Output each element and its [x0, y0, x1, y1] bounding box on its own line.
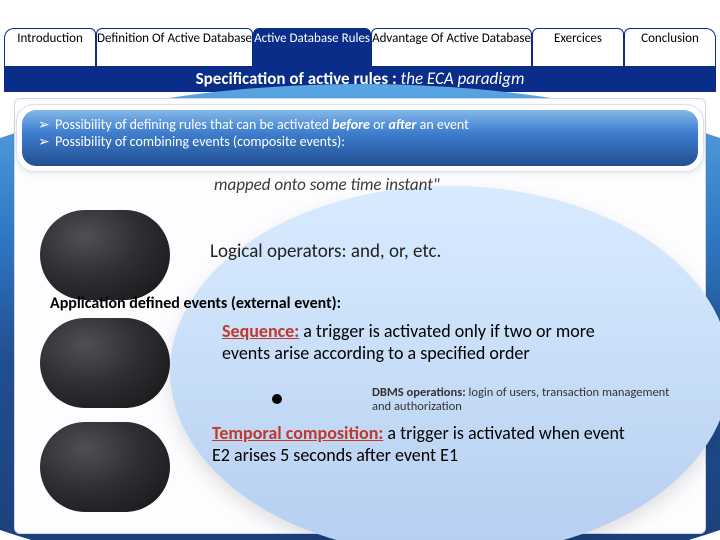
banner-line1-before: before	[332, 116, 370, 133]
temporal-block: Temporal composition: a trigger is activ…	[212, 422, 632, 466]
banner-line-1: ➢ Possibility of defining rules that can…	[38, 116, 682, 133]
tab-row: Introduction Definition Of Active Databa…	[4, 28, 716, 68]
banner-line1-after: after	[389, 116, 417, 133]
tab-rules[interactable]: Active Database Rules	[253, 28, 371, 68]
sequence-label: Sequence:	[222, 320, 299, 342]
sequence-block: Sequence: a trigger is activated only if…	[222, 320, 632, 364]
temporal-label: Temporal composition:	[212, 422, 383, 444]
tab-introduction[interactable]: Introduction	[4, 28, 96, 68]
app-defined-heading: Application defined events (external eve…	[50, 294, 380, 313]
banner-line1-post: an event	[416, 116, 468, 133]
banner-line1-pre: Possibility of defining rules that can b…	[55, 116, 332, 133]
mid-quote: mapped onto some time instant"	[214, 174, 584, 195]
decor-pill-3	[40, 422, 170, 512]
arrow-icon: ➢	[38, 116, 52, 133]
decor-pill-1	[40, 210, 170, 300]
tab-definition[interactable]: Definition Of Active Database	[96, 28, 253, 68]
dbms-line: DBMS operations: login of users, transac…	[372, 386, 688, 414]
banner-line2-text: Possibility of combining events (composi…	[55, 133, 345, 150]
highlight-banner-inner: ➢ Possibility of defining rules that can…	[22, 110, 698, 166]
arrow-icon: ➢	[38, 133, 52, 150]
bullet-icon	[272, 394, 282, 404]
dbms-bold: DBMS operations:	[372, 385, 466, 400]
decor-pill-2	[40, 318, 170, 408]
banner-line-2: ➢ Possibility of combining events (compo…	[38, 133, 682, 150]
tab-conclusion[interactable]: Conclusion	[624, 28, 716, 68]
banner-line1-mid: or	[370, 116, 389, 133]
logical-operators-text: Logical operators: and, or, etc.	[210, 240, 441, 263]
slide: Introduction Definition Of Active Databa…	[0, 0, 720, 540]
tab-advantage[interactable]: Advantage Of Active Database	[371, 28, 532, 68]
highlight-banner: ➢ Possibility of defining rules that can…	[16, 104, 704, 172]
tab-exercices[interactable]: Exercices	[532, 28, 624, 68]
